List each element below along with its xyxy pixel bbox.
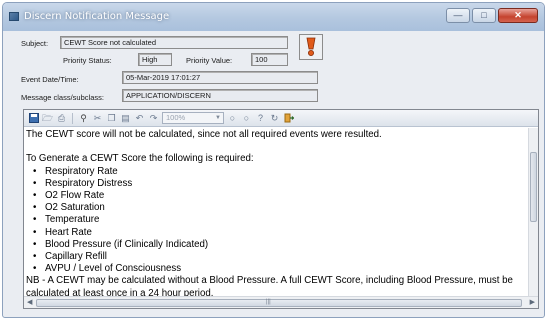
maximize-icon: □ [481, 10, 487, 20]
scroll-right-icon[interactable]: ▶ [530, 298, 535, 306]
list-item: Blood Pressure (if Clinically Indicated) [33, 239, 529, 251]
minimize-icon: — [453, 10, 463, 20]
message-line-1: The CEWT score will not be calculated, s… [26, 129, 382, 140]
message-viewer: 🗁 ⎙ ⚲ ✂ ❐ ▤ ↶ ↷ 100% ▼ ○ ○ ? ↻ The CEWT … [23, 109, 539, 309]
paste-icon[interactable]: ▤ [120, 113, 131, 124]
close-icon: ✕ [514, 10, 522, 20]
event-datetime-field[interactable]: 05-Mar-2019 17:01:27 [122, 71, 318, 84]
copy-icon[interactable]: ❐ [106, 113, 117, 124]
undo-icon[interactable]: ↶ [134, 113, 145, 124]
scroll-left-icon[interactable]: ◀ [27, 298, 32, 306]
grip-icon: ||| [266, 299, 271, 305]
list-item: Capillary Refill [33, 251, 529, 263]
redo-icon[interactable]: ↷ [148, 113, 159, 124]
caption-buttons: — □ ✕ [446, 8, 538, 23]
zoom-out-icon[interactable]: ○ [227, 113, 238, 124]
message-note: NB - A CEWT may be calculated without a … [26, 275, 513, 296]
list-item: O2 Flow Rate [33, 190, 529, 202]
app-icon [9, 12, 19, 21]
subject-field[interactable]: CEWT Score not calculated [60, 36, 288, 49]
subject-label: Subject: [21, 39, 49, 48]
open-icon[interactable]: 🗁 [42, 113, 53, 124]
vertical-scroll-thumb[interactable] [530, 152, 537, 222]
window-title: Discern Notification Message [24, 11, 170, 22]
save-icon[interactable] [28, 113, 39, 124]
required-events-list: Respiratory Rate Respiratory Distress O2… [26, 166, 529, 276]
list-item: AVPU / Level of Consciousness [33, 263, 529, 275]
message-class-field[interactable]: APPLICATION/DISCERN [122, 89, 318, 102]
close-button[interactable]: ✕ [498, 8, 538, 23]
print-icon[interactable]: ⎙ [56, 113, 67, 124]
toolbar-separator [72, 112, 73, 124]
priority-status-field[interactable]: High [138, 53, 172, 66]
priority-indicator [299, 34, 323, 60]
zoom-select[interactable]: 100% ▼ [162, 112, 224, 124]
notification-window: Discern Notification Message — □ ✕ Subje… [2, 2, 545, 318]
title-bar[interactable]: Discern Notification Message — □ ✕ [3, 3, 544, 31]
priority-value-label: Priority Value: [186, 56, 233, 65]
exit-icon[interactable] [283, 113, 294, 124]
message-line-2: To Generate a CEWT Score the following i… [26, 153, 254, 165]
message-class-label: Message class/subclass: [21, 93, 104, 102]
cut-icon[interactable]: ✂ [92, 113, 103, 124]
list-item: Heart Rate [33, 227, 529, 239]
list-item: Respiratory Rate [33, 166, 529, 178]
list-item: O2 Saturation [33, 202, 529, 214]
minimize-button[interactable]: — [446, 8, 470, 23]
priority-value-field[interactable]: 100 [251, 53, 288, 66]
message-body: The CEWT score will not be calculated, s… [24, 128, 529, 296]
zoom-value: 100% [166, 113, 186, 122]
list-item: Respiratory Distress [33, 178, 529, 190]
exclamation-icon [306, 37, 316, 56]
horizontal-scrollbar[interactable]: ◀ ||| ▶ [24, 296, 538, 308]
event-datetime-label: Event Date/Time: [21, 75, 79, 84]
zoom-in-icon[interactable]: ○ [241, 113, 252, 124]
list-item: Temperature [33, 214, 529, 226]
horizontal-scroll-thumb[interactable]: ||| [36, 299, 522, 307]
refresh-icon[interactable]: ↻ [269, 113, 280, 124]
viewer-toolbar: 🗁 ⎙ ⚲ ✂ ❐ ▤ ↶ ↷ 100% ▼ ○ ○ ? ↻ [24, 110, 538, 127]
maximize-button[interactable]: □ [472, 8, 496, 23]
chevron-down-icon: ▼ [215, 115, 221, 121]
help-icon[interactable]: ? [255, 113, 266, 124]
priority-status-label: Priority Status: [63, 56, 112, 65]
find-icon[interactable]: ⚲ [78, 113, 89, 124]
vertical-scrollbar[interactable] [528, 128, 538, 296]
